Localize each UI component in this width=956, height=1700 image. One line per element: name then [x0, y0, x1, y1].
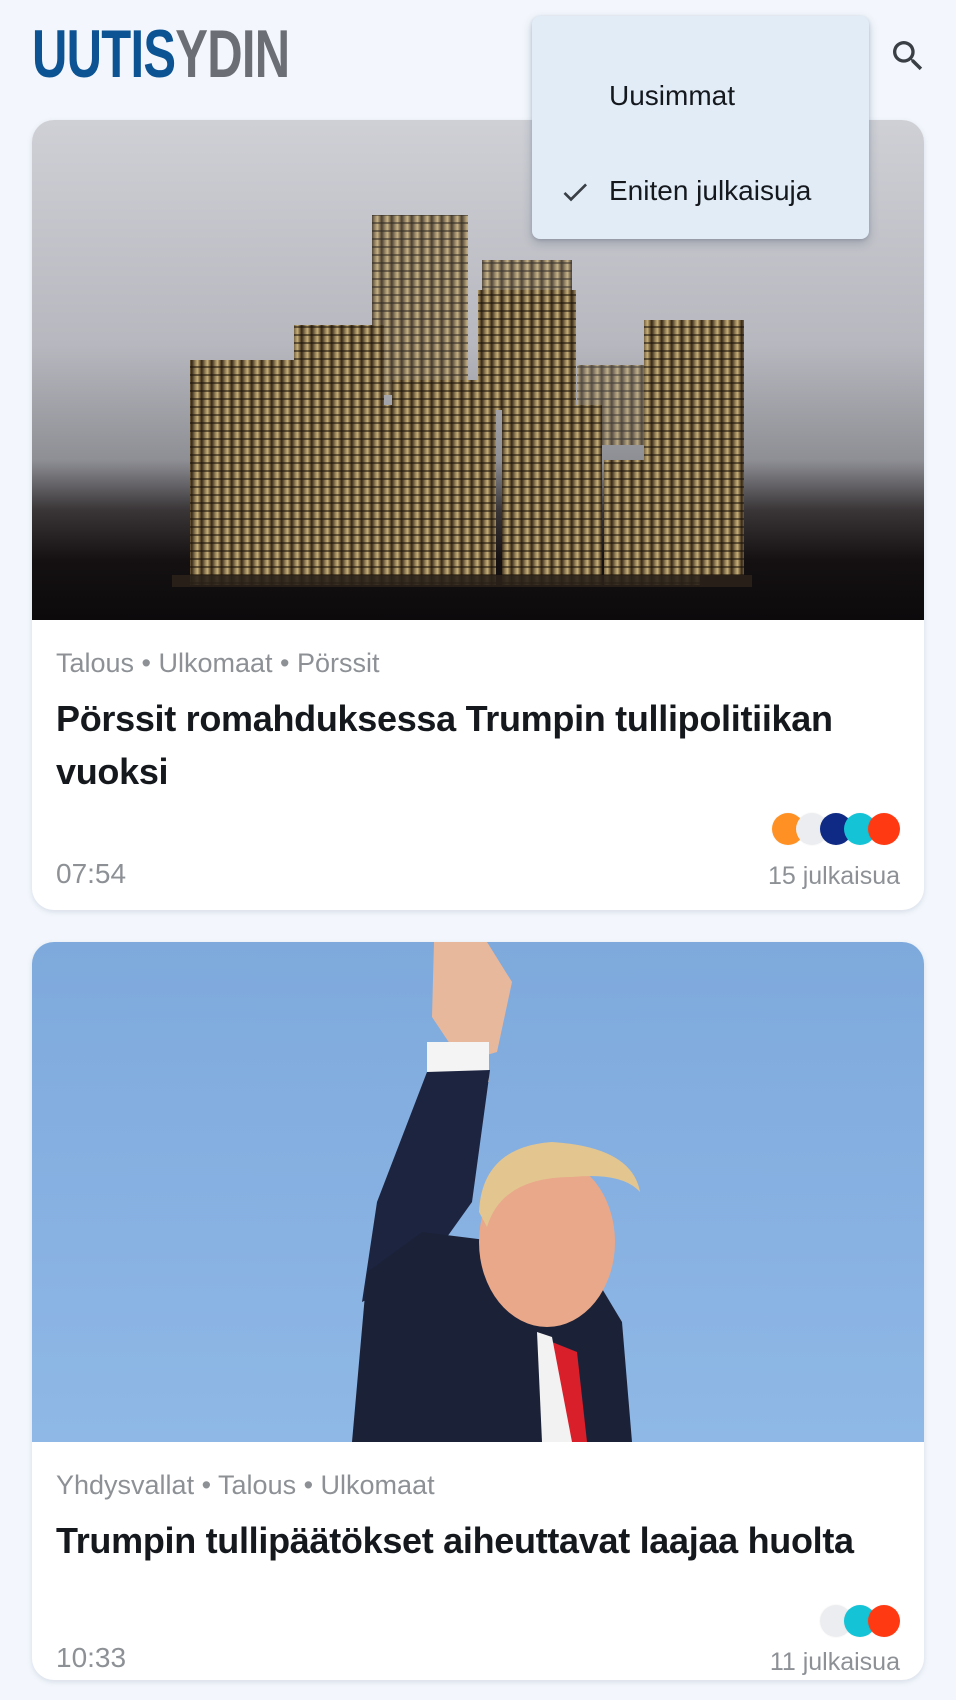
- publication-count[interactable]: 15 julkaisua: [768, 862, 900, 891]
- page: UUTISYDIN Talous • Ulkomaat • Pörssit Pö…: [0, 0, 956, 1700]
- source-dots: [772, 813, 900, 845]
- article-categories: Talous • Ulkomaat • Pörssit: [56, 648, 380, 678]
- article-title[interactable]: Pörssit romahduksessa Trumpin tullipolit…: [56, 692, 896, 798]
- app-logo[interactable]: UUTISYDIN: [32, 20, 290, 88]
- sort-option-label: Uusimmat: [609, 80, 736, 111]
- logo-part-ydin: YDIN: [175, 16, 290, 92]
- article-title[interactable]: Trumpin tullipäätökset aiheuttavat laaja…: [56, 1514, 896, 1567]
- check-icon: [563, 183, 587, 202]
- publication-count[interactable]: 11 julkaisua: [770, 1648, 900, 1677]
- search-icon: [893, 41, 923, 71]
- sort-menu: Uusimmat Eniten julkaisuja: [532, 16, 869, 239]
- sort-option-label: Eniten julkaisuja: [609, 175, 812, 206]
- article-time: 07:54: [56, 858, 127, 889]
- sort-option-newest[interactable]: Uusimmat: [532, 51, 869, 141]
- source-dots: [820, 1605, 900, 1637]
- source-dot: [868, 813, 900, 845]
- search-button[interactable]: [882, 30, 934, 82]
- trump-photo: [32, 942, 924, 1442]
- article-image-trump[interactable]: [32, 942, 924, 1442]
- logo-part-uutis: UUTIS: [32, 16, 176, 92]
- source-dot: [868, 1605, 900, 1637]
- sort-option-most-publications[interactable]: Eniten julkaisuja: [532, 146, 869, 236]
- article-time: 10:33: [56, 1642, 127, 1673]
- article-card[interactable]: Yhdysvallat • Talous • Ulkomaat Trumpin …: [32, 942, 924, 1680]
- article-categories: Yhdysvallat • Talous • Ulkomaat: [56, 1470, 435, 1500]
